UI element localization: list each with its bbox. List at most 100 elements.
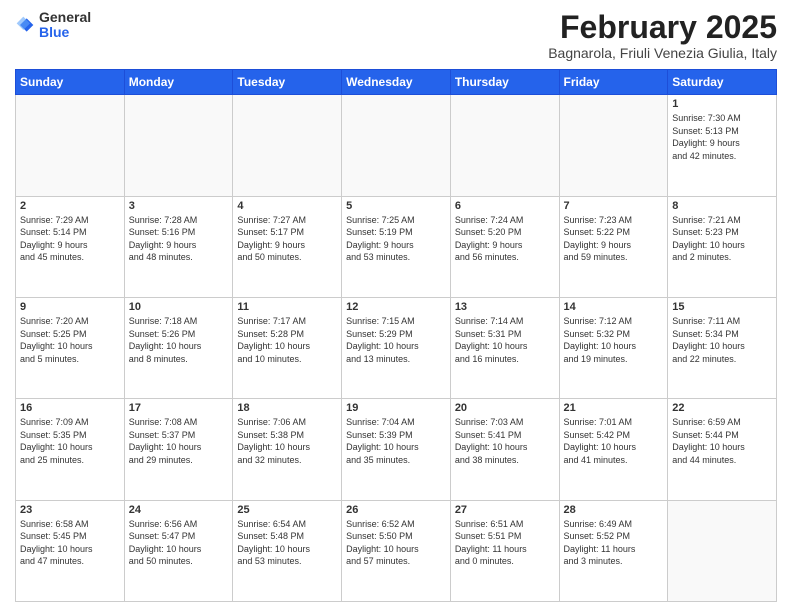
day-number: 24 <box>129 504 229 516</box>
logo-blue-text: Blue <box>39 25 91 40</box>
day-info: Sunrise: 6:56 AM Sunset: 5:47 PM Dayligh… <box>129 518 229 568</box>
day-info: Sunrise: 7:04 AM Sunset: 5:39 PM Dayligh… <box>346 416 446 466</box>
day-info: Sunrise: 7:12 AM Sunset: 5:32 PM Dayligh… <box>564 315 664 365</box>
calendar-cell: 13 Sunrise: 7:14 AM Sunset: 5:31 PM Dayli… <box>450 297 559 398</box>
day-number: 18 <box>237 402 337 414</box>
day-number: 27 <box>455 504 555 516</box>
weekday-header-row: SundayMondayTuesdayWednesdayThursdayFrid… <box>16 70 777 95</box>
weekday-header-saturday: Saturday <box>668 70 777 95</box>
day-number: 14 <box>564 301 664 313</box>
day-info: Sunrise: 7:30 AM Sunset: 5:13 PM Dayligh… <box>672 112 772 162</box>
calendar-cell: 15 Sunrise: 7:11 AM Sunset: 5:34 PM Dayli… <box>668 297 777 398</box>
day-info: Sunrise: 7:21 AM Sunset: 5:23 PM Dayligh… <box>672 214 772 264</box>
day-number: 22 <box>672 402 772 414</box>
calendar-cell: 12 Sunrise: 7:15 AM Sunset: 5:29 PM Dayli… <box>342 297 451 398</box>
day-info: Sunrise: 7:28 AM Sunset: 5:16 PM Dayligh… <box>129 214 229 264</box>
calendar-cell: 25 Sunrise: 6:54 AM Sunset: 5:48 PM Dayli… <box>233 500 342 601</box>
weekday-header-thursday: Thursday <box>450 70 559 95</box>
calendar-cell: 2Sunrise: 7:29 AM Sunset: 5:14 PM Daylig… <box>16 196 125 297</box>
day-number: 8 <box>672 200 772 212</box>
calendar-cell: 23Sunrise: 6:58 AM Sunset: 5:45 PM Dayli… <box>16 500 125 601</box>
day-info: Sunrise: 7:23 AM Sunset: 5:22 PM Dayligh… <box>564 214 664 264</box>
day-number: 25 <box>237 504 337 516</box>
month-title: February 2025 <box>548 10 777 45</box>
day-number: 20 <box>455 402 555 414</box>
day-number: 5 <box>346 200 446 212</box>
day-info: Sunrise: 7:18 AM Sunset: 5:26 PM Dayligh… <box>129 315 229 365</box>
calendar-cell <box>342 95 451 196</box>
calendar-table: SundayMondayTuesdayWednesdayThursdayFrid… <box>15 69 777 602</box>
calendar-cell: 17 Sunrise: 7:08 AM Sunset: 5:37 PM Dayli… <box>124 399 233 500</box>
day-info: Sunrise: 7:25 AM Sunset: 5:19 PM Dayligh… <box>346 214 446 264</box>
calendar-cell: 20 Sunrise: 7:03 AM Sunset: 5:41 PM Dayli… <box>450 399 559 500</box>
title-block: February 2025 Bagnarola, Friuli Venezia … <box>548 10 777 61</box>
day-info: Sunrise: 6:49 AM Sunset: 5:52 PM Dayligh… <box>564 518 664 568</box>
calendar-cell: 16 Sunrise: 7:09 AM Sunset: 5:35 PM Dayli… <box>16 399 125 500</box>
day-info: Sunrise: 7:01 AM Sunset: 5:42 PM Dayligh… <box>564 416 664 466</box>
day-info: Sunrise: 7:03 AM Sunset: 5:41 PM Dayligh… <box>455 416 555 466</box>
week-row-1: 2Sunrise: 7:29 AM Sunset: 5:14 PM Daylig… <box>16 196 777 297</box>
day-info: Sunrise: 7:20 AM Sunset: 5:25 PM Dayligh… <box>20 315 120 365</box>
page: General Blue February 2025 Bagnarola, Fr… <box>0 0 792 612</box>
calendar-cell: 19 Sunrise: 7:04 AM Sunset: 5:39 PM Dayli… <box>342 399 451 500</box>
week-row-4: 23Sunrise: 6:58 AM Sunset: 5:45 PM Dayli… <box>16 500 777 601</box>
week-row-0: 1 Sunrise: 7:30 AM Sunset: 5:13 PM Daylig… <box>16 95 777 196</box>
day-number: 12 <box>346 301 446 313</box>
calendar-cell: 8 Sunrise: 7:21 AM Sunset: 5:23 PM Daylig… <box>668 196 777 297</box>
calendar-cell: 22 Sunrise: 6:59 AM Sunset: 5:44 PM Dayli… <box>668 399 777 500</box>
weekday-header-wednesday: Wednesday <box>342 70 451 95</box>
day-number: 21 <box>564 402 664 414</box>
calendar-cell: 9 Sunrise: 7:20 AM Sunset: 5:25 PM Daylig… <box>16 297 125 398</box>
day-info: Sunrise: 7:27 AM Sunset: 5:17 PM Dayligh… <box>237 214 337 264</box>
calendar-cell: 28Sunrise: 6:49 AM Sunset: 5:52 PM Dayli… <box>559 500 668 601</box>
day-info: Sunrise: 7:15 AM Sunset: 5:29 PM Dayligh… <box>346 315 446 365</box>
day-number: 9 <box>20 301 120 313</box>
day-number: 17 <box>129 402 229 414</box>
logo-general-text: General <box>39 10 91 25</box>
calendar-cell: 11 Sunrise: 7:17 AM Sunset: 5:28 PM Dayli… <box>233 297 342 398</box>
day-info: Sunrise: 7:14 AM Sunset: 5:31 PM Dayligh… <box>455 315 555 365</box>
header: General Blue February 2025 Bagnarola, Fr… <box>15 10 777 61</box>
logo: General Blue <box>15 10 91 41</box>
day-info: Sunrise: 6:59 AM Sunset: 5:44 PM Dayligh… <box>672 416 772 466</box>
weekday-header-friday: Friday <box>559 70 668 95</box>
calendar-cell: 27 Sunrise: 6:51 AM Sunset: 5:51 PM Dayli… <box>450 500 559 601</box>
calendar-cell: 10 Sunrise: 7:18 AM Sunset: 5:26 PM Dayli… <box>124 297 233 398</box>
calendar-cell: 24 Sunrise: 6:56 AM Sunset: 5:47 PM Dayli… <box>124 500 233 601</box>
day-number: 6 <box>455 200 555 212</box>
day-info: Sunrise: 6:54 AM Sunset: 5:48 PM Dayligh… <box>237 518 337 568</box>
day-number: 19 <box>346 402 446 414</box>
day-number: 3 <box>129 200 229 212</box>
logo-icon <box>15 15 35 35</box>
day-info: Sunrise: 7:11 AM Sunset: 5:34 PM Dayligh… <box>672 315 772 365</box>
day-info: Sunrise: 7:17 AM Sunset: 5:28 PM Dayligh… <box>237 315 337 365</box>
day-number: 16 <box>20 402 120 414</box>
calendar-cell: 26 Sunrise: 6:52 AM Sunset: 5:50 PM Dayli… <box>342 500 451 601</box>
day-info: Sunrise: 6:51 AM Sunset: 5:51 PM Dayligh… <box>455 518 555 568</box>
day-number: 10 <box>129 301 229 313</box>
calendar-cell: 1 Sunrise: 7:30 AM Sunset: 5:13 PM Daylig… <box>668 95 777 196</box>
day-info: Sunrise: 6:58 AM Sunset: 5:45 PM Dayligh… <box>20 518 120 568</box>
weekday-header-sunday: Sunday <box>16 70 125 95</box>
calendar-cell <box>233 95 342 196</box>
day-number: 1 <box>672 98 772 110</box>
calendar-cell: 18 Sunrise: 7:06 AM Sunset: 5:38 PM Dayli… <box>233 399 342 500</box>
day-info: Sunrise: 6:52 AM Sunset: 5:50 PM Dayligh… <box>346 518 446 568</box>
day-number: 13 <box>455 301 555 313</box>
day-number: 26 <box>346 504 446 516</box>
location-text: Bagnarola, Friuli Venezia Giulia, Italy <box>548 45 777 61</box>
day-info: Sunrise: 7:06 AM Sunset: 5:38 PM Dayligh… <box>237 416 337 466</box>
day-info: Sunrise: 7:08 AM Sunset: 5:37 PM Dayligh… <box>129 416 229 466</box>
calendar-cell <box>559 95 668 196</box>
day-number: 2 <box>20 200 120 212</box>
day-info: Sunrise: 7:09 AM Sunset: 5:35 PM Dayligh… <box>20 416 120 466</box>
calendar-cell <box>16 95 125 196</box>
calendar-cell: 5 Sunrise: 7:25 AM Sunset: 5:19 PM Daylig… <box>342 196 451 297</box>
day-number: 4 <box>237 200 337 212</box>
week-row-2: 9 Sunrise: 7:20 AM Sunset: 5:25 PM Daylig… <box>16 297 777 398</box>
week-row-3: 16 Sunrise: 7:09 AM Sunset: 5:35 PM Dayli… <box>16 399 777 500</box>
day-number: 11 <box>237 301 337 313</box>
day-number: 15 <box>672 301 772 313</box>
calendar-cell: 7Sunrise: 7:23 AM Sunset: 5:22 PM Daylig… <box>559 196 668 297</box>
calendar-cell: 6Sunrise: 7:24 AM Sunset: 5:20 PM Daylig… <box>450 196 559 297</box>
